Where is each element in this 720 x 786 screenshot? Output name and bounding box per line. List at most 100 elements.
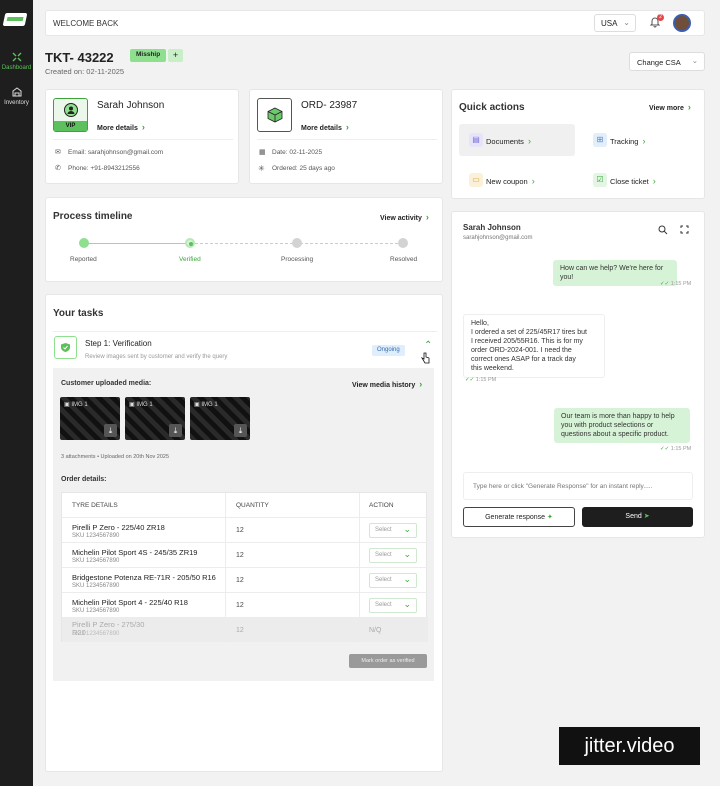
tyre-qty: 12 <box>236 602 244 609</box>
chat-message-agent: How can we help? We're here for you! <box>553 260 677 286</box>
timeline-step-resolved <box>398 238 408 248</box>
tyre-sku: SKU 1234567890 <box>72 533 120 539</box>
coupon-icon: ▭ <box>469 173 483 187</box>
quick-action-label: Close ticket <box>610 177 649 186</box>
send-button[interactable]: Send ➤ <box>582 507 693 527</box>
loading-icon: ✳ <box>258 164 265 173</box>
tyre-qty: 12 <box>236 527 244 534</box>
more-details-label: More details <box>301 125 342 132</box>
quick-action-close-ticket[interactable]: ☑ Close ticket › <box>583 164 699 196</box>
message-time-text: 1:15 PM <box>670 446 692 452</box>
table-row: Bridgestone Potenza RE-71R - 205/50 R16 … <box>62 567 428 592</box>
view-media-history-label: View media history <box>352 382 416 389</box>
tyre-qty: 12 <box>236 552 244 559</box>
search-icon[interactable] <box>658 225 668 235</box>
tyre-qty: 12 <box>236 577 244 584</box>
message-line: I received 205/55R16. This is for my <box>471 338 583 345</box>
action-select[interactable]: Select <box>369 548 417 563</box>
chevron-up-icon[interactable]: ⌃ <box>424 340 432 351</box>
timeline-step-verified <box>185 238 195 248</box>
tasks-title: Your tasks <box>53 308 104 319</box>
notification-button[interactable]: 2 <box>649 14 664 30</box>
message-line: How can we help? We're here for <box>560 265 664 272</box>
ticket-id: TKT- 43222 <box>45 50 114 65</box>
chat-contact-email: sarahjohnson@gmail.com <box>463 235 533 241</box>
message-time: ✓✓ 1:15 PM <box>465 377 496 383</box>
action-select[interactable]: Select <box>369 523 417 538</box>
timeline-progress-line <box>84 243 190 244</box>
tyre-name: Michelin Pilot Sport 4 - 225/40 R18 <box>72 598 188 607</box>
notification-badge: 2 <box>657 14 664 21</box>
ticket-tag[interactable]: Misship <box>130 49 167 62</box>
media-thumbnail[interactable]: ▣ IMG 1 ⤓ <box>125 397 185 440</box>
tyre-sku: SKU 1234567890 <box>72 583 120 589</box>
order-card: ORD- 23987 More details › ▦ Date: 02-11-2… <box>249 89 443 184</box>
created-date: Created on: 02-11-2025 <box>45 67 125 76</box>
divider <box>257 139 437 140</box>
add-tag-button[interactable]: + <box>168 49 183 62</box>
task-step-header[interactable]: Step 1: Verification Review images sent … <box>53 331 437 369</box>
order-thumb <box>257 98 292 132</box>
order-id: ORD- 23987 <box>301 100 358 111</box>
region-value: USA <box>601 19 618 28</box>
sidebar-item-inventory[interactable]: Inventory <box>0 87 33 106</box>
message-line: correct ones ASAP for a track day <box>471 356 576 363</box>
double-check-icon: ✓✓ <box>660 281 671 287</box>
sidebar: Dashboard Inventory <box>0 0 33 786</box>
mark-verified-button[interactable]: Mark order as verified <box>349 654 427 668</box>
view-media-history-link[interactable]: View media history › <box>352 379 422 389</box>
generate-response-button[interactable]: Generate response ✦ <box>463 507 575 527</box>
message-time: ✓✓ 1:15 PM <box>660 446 691 452</box>
checkbox-icon: ☑ <box>593 173 607 187</box>
shield-check-icon <box>61 343 70 352</box>
chat-message-agent: Our team is more than happy to help you … <box>554 408 690 443</box>
chevron-down-icon: ⌄ <box>691 56 698 65</box>
download-icon[interactable]: ⤓ <box>169 424 182 437</box>
chevron-right-icon: › <box>642 136 646 146</box>
divider <box>53 139 233 140</box>
timeline-step-processing <box>292 238 302 248</box>
timeline-title: Process timeline <box>53 211 133 222</box>
download-icon[interactable]: ⤓ <box>104 424 117 437</box>
quick-actions-title: Quick actions <box>459 102 525 113</box>
media-thumbnail[interactable]: ▣ IMG 1 ⤓ <box>190 397 250 440</box>
order-more-details-link[interactable]: More details › <box>301 122 349 132</box>
sidebar-item-dashboard[interactable]: Dashboard <box>0 52 33 71</box>
message-line: you with product selections or <box>561 422 654 429</box>
view-more-link[interactable]: View more › <box>649 102 691 112</box>
view-activity-link[interactable]: View activity › <box>380 212 429 222</box>
customer-avatar: VIP <box>53 98 88 132</box>
view-activity-label: View activity <box>380 215 422 222</box>
customer-more-details-link[interactable]: More details › <box>97 122 145 132</box>
tyre-name: Michelin Pilot Sport 4S - 245/35 ZR19 <box>72 548 198 557</box>
download-icon[interactable]: ⤓ <box>234 424 247 437</box>
avatar[interactable] <box>673 14 691 32</box>
double-check-icon: ✓✓ <box>465 377 476 383</box>
chat-message-customer: Hello, I ordered a set of 225/45R17 tire… <box>463 314 605 378</box>
region-select[interactable]: USA ⌄ <box>594 14 636 32</box>
timeline-label: Resolved <box>390 256 418 263</box>
message-line: this weekend. <box>471 365 514 372</box>
media-label-text: IMG 1 <box>201 402 218 408</box>
table-row: Michelin Pilot Sport 4S - 245/35 ZR19 SK… <box>62 542 428 567</box>
change-csa-select[interactable]: Change CSA ⌄ <box>629 52 705 71</box>
tyre-sku: SKU 1234567890 <box>72 608 120 614</box>
dashboard-icon <box>12 52 21 62</box>
chat-input[interactable] <box>463 472 693 500</box>
mail-icon: ✉ <box>55 149 61 156</box>
step-subtitle: Review images sent by customer and verif… <box>85 354 228 360</box>
quick-action-documents[interactable]: ▤ Documents › <box>459 124 575 156</box>
chat-card: Sarah Johnson sarahjohnson@gmail.com How… <box>451 211 705 538</box>
user-icon <box>64 103 78 117</box>
quick-action-tracking[interactable]: ⊞ Tracking › <box>583 124 699 156</box>
media-thumbnail[interactable]: ▣ IMG 1 ⤓ <box>60 397 120 440</box>
media-label: Customer uploaded media: <box>61 380 152 387</box>
action-select[interactable]: Select <box>369 573 417 588</box>
quick-action-new-coupon[interactable]: ▭ New coupon › <box>459 164 575 196</box>
customer-email: Email: sarahjohnson@gmail.com <box>68 149 164 156</box>
timeline-step-reported <box>79 238 89 248</box>
action-select[interactable]: Select <box>369 598 417 613</box>
quick-action-label: New coupon <box>486 177 528 186</box>
expand-icon[interactable] <box>680 225 689 234</box>
status-badge: Ongoing <box>372 345 405 356</box>
